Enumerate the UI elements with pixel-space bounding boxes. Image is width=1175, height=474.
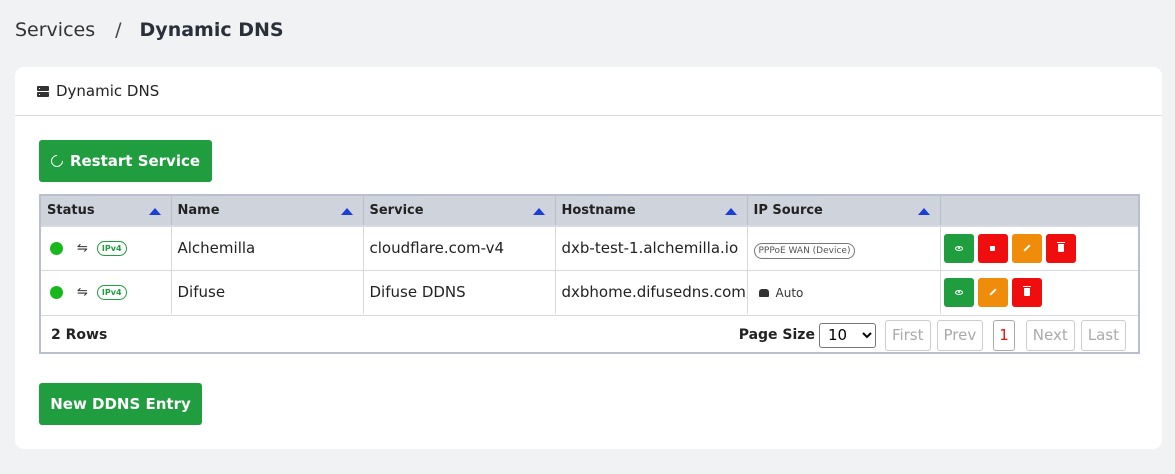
breadcrumb-separator: / bbox=[115, 19, 122, 41]
actions-cell bbox=[940, 269, 1138, 314]
ddns-card: Dynamic DNS Restart Service Status Name … bbox=[15, 67, 1162, 449]
view-button[interactable] bbox=[943, 233, 974, 263]
last-page-button[interactable]: Last bbox=[1080, 319, 1126, 351]
delete-button[interactable] bbox=[1045, 233, 1076, 263]
column-header-hostname[interactable]: Hostname bbox=[555, 196, 748, 226]
new-ddns-entry-button[interactable]: New DDNS Entry bbox=[39, 383, 202, 425]
breadcrumb: Services / Dynamic DNS bbox=[15, 19, 284, 41]
trash-icon bbox=[1056, 242, 1065, 253]
restart-service-button[interactable]: Restart Service bbox=[39, 140, 212, 182]
edit-button[interactable] bbox=[977, 277, 1008, 307]
status-cell: ⇋ IPv4 bbox=[41, 269, 172, 314]
ip-version-badge: IPv4 bbox=[96, 284, 127, 300]
card-title: Dynamic DNS bbox=[56, 82, 160, 100]
delete-button[interactable] bbox=[1011, 277, 1042, 307]
sort-asc-icon bbox=[724, 208, 737, 215]
column-header-service[interactable]: Service bbox=[363, 196, 556, 226]
status-online-dot bbox=[50, 285, 63, 299]
status-cell: ⇋ IPv4 bbox=[41, 225, 172, 270]
swap-arrows-icon: ⇋ bbox=[77, 284, 88, 300]
page-size-select[interactable]: 10 bbox=[818, 322, 876, 348]
view-button[interactable] bbox=[943, 277, 974, 307]
table-row: ⇋ IPv4 Difuse Difuse DDNS dxbhome.difuse… bbox=[41, 269, 1138, 314]
next-page-button[interactable]: Next bbox=[1025, 319, 1075, 351]
page-size-label: Page Size bbox=[738, 327, 815, 343]
name-cell: Alchemilla bbox=[171, 225, 364, 270]
table-footer: 2 Rows Page Size 10 First Prev 1 Next La… bbox=[41, 315, 1138, 354]
ip-source-cell: Auto bbox=[747, 269, 941, 314]
ddns-table: Status Name Service Hostname IP Source ⇋… bbox=[39, 194, 1140, 354]
status-online-dot bbox=[50, 241, 63, 255]
ip-version-badge: IPv4 bbox=[96, 240, 127, 256]
column-header-status[interactable]: Status bbox=[41, 196, 172, 226]
sort-asc-icon bbox=[917, 208, 930, 215]
edit-button[interactable] bbox=[1011, 233, 1042, 263]
ip-source-badge: PPPoE WAN (Device) bbox=[753, 243, 856, 260]
sort-asc-icon bbox=[532, 208, 545, 215]
hostname-cell: dxbhome.difusedns.com bbox=[555, 269, 748, 314]
first-page-button[interactable]: First bbox=[884, 319, 931, 351]
column-header-actions bbox=[940, 196, 1138, 226]
sort-asc-icon bbox=[340, 208, 353, 215]
name-cell: Difuse bbox=[171, 269, 364, 314]
robot-icon bbox=[758, 289, 769, 298]
eye-icon bbox=[954, 289, 963, 295]
refresh-icon bbox=[48, 152, 66, 170]
pencil-icon bbox=[988, 288, 997, 296]
page-title: Dynamic DNS bbox=[139, 19, 284, 41]
restart-service-label: Restart Service bbox=[69, 152, 201, 170]
rows-count: 2 Rows bbox=[51, 327, 108, 343]
service-cell: Difuse DDNS bbox=[363, 269, 556, 314]
eye-icon bbox=[954, 245, 963, 251]
current-page-button[interactable]: 1 bbox=[993, 319, 1015, 351]
trash-icon bbox=[1022, 286, 1031, 297]
ip-source-auto: Auto bbox=[775, 286, 804, 301]
prev-page-button[interactable]: Prev bbox=[936, 319, 984, 351]
table-row: ⇋ IPv4 Alchemilla cloudflare.com-v4 dxb-… bbox=[41, 225, 1138, 270]
actions-cell bbox=[940, 225, 1138, 270]
stop-button[interactable] bbox=[977, 233, 1008, 263]
stop-icon bbox=[990, 245, 995, 251]
pencil-icon bbox=[1022, 244, 1031, 252]
column-header-ip-source[interactable]: IP Source bbox=[747, 196, 941, 226]
service-cell: cloudflare.com-v4 bbox=[363, 225, 556, 270]
hostname-cell: dxb-test-1.alchemilla.io bbox=[555, 225, 748, 270]
ip-source-cell: PPPoE WAN (Device) bbox=[747, 225, 941, 270]
swap-arrows-icon: ⇋ bbox=[77, 240, 88, 256]
column-header-name[interactable]: Name bbox=[171, 196, 364, 226]
sort-asc-icon bbox=[148, 208, 161, 215]
server-icon bbox=[37, 85, 49, 97]
card-header: Dynamic DNS bbox=[15, 67, 1162, 116]
breadcrumb-services[interactable]: Services bbox=[15, 19, 95, 41]
pagination: Page Size 10 First Prev 1 Next Last bbox=[738, 319, 1126, 351]
